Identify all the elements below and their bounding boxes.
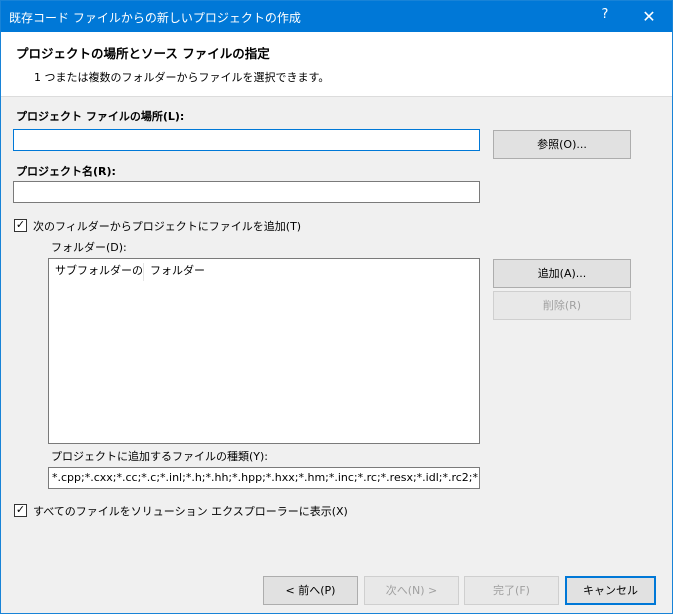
- page-title: プロジェクトの場所とソース ファイルの指定: [16, 46, 270, 61]
- window-title: 既存コード ファイルからの新しいプロジェクトの作成: [9, 11, 301, 25]
- folders-label: フォルダー(D):: [51, 241, 127, 254]
- help-button[interactable]: ?: [593, 7, 617, 27]
- remove-folder-button[interactable]: 削除(R): [493, 291, 631, 320]
- show-all-files-checkbox[interactable]: ✓: [14, 503, 27, 517]
- file-types-input[interactable]: *.cpp;*.cxx;*.cc;*.c;*.inl;*.h;*.hh;*.hp…: [48, 467, 480, 489]
- title-bar: 既存コード ファイルからの新しいプロジェクトの作成 ? ✕: [1, 1, 672, 32]
- file-types-label: プロジェクトに追加するファイルの種類(Y):: [51, 450, 269, 463]
- page-subtitle: 1 つまたは複数のフォルダーからファイルを選択できます。: [34, 71, 330, 84]
- back-button[interactable]: < 前へ(P): [263, 576, 358, 605]
- add-folder-button[interactable]: 追加(A)...: [493, 259, 631, 288]
- next-button[interactable]: 次へ(N) >: [364, 576, 459, 605]
- add-from-folders-checkbox[interactable]: ✓: [14, 218, 27, 232]
- checkmark-icon: ✓: [15, 503, 26, 516]
- close-button[interactable]: ✕: [629, 4, 669, 30]
- column-header-subfolders[interactable]: サブフォルダーの...: [49, 259, 143, 283]
- cancel-button[interactable]: キャンセル: [565, 576, 656, 605]
- location-input[interactable]: [13, 129, 480, 151]
- column-header-folder[interactable]: フォルダー: [144, 259, 264, 283]
- wizard-header: プロジェクトの場所とソース ファイルの指定 1 つまたは複数のフォルダーからファ…: [1, 32, 672, 97]
- project-name-input[interactable]: [13, 181, 480, 203]
- location-label: プロジェクト ファイルの場所(L):: [16, 110, 185, 123]
- show-all-files-label[interactable]: すべてのファイルをソリューション エクスプローラーに表示(X): [33, 503, 348, 519]
- folders-listview[interactable]: サブフォルダーの... フォルダー: [48, 258, 480, 444]
- checkmark-icon: ✓: [15, 218, 26, 231]
- add-from-folders-label[interactable]: 次のフィルダーからプロジェクトにファイルを追加(T): [33, 218, 301, 234]
- finish-button[interactable]: 完了(F): [464, 576, 559, 605]
- browse-button[interactable]: 参照(O)...: [493, 130, 631, 159]
- dialog-window: 既存コード ファイルからの新しいプロジェクトの作成 ? ✕ プロジェクトの場所と…: [0, 0, 673, 614]
- project-name-label: プロジェクト名(R):: [16, 165, 116, 178]
